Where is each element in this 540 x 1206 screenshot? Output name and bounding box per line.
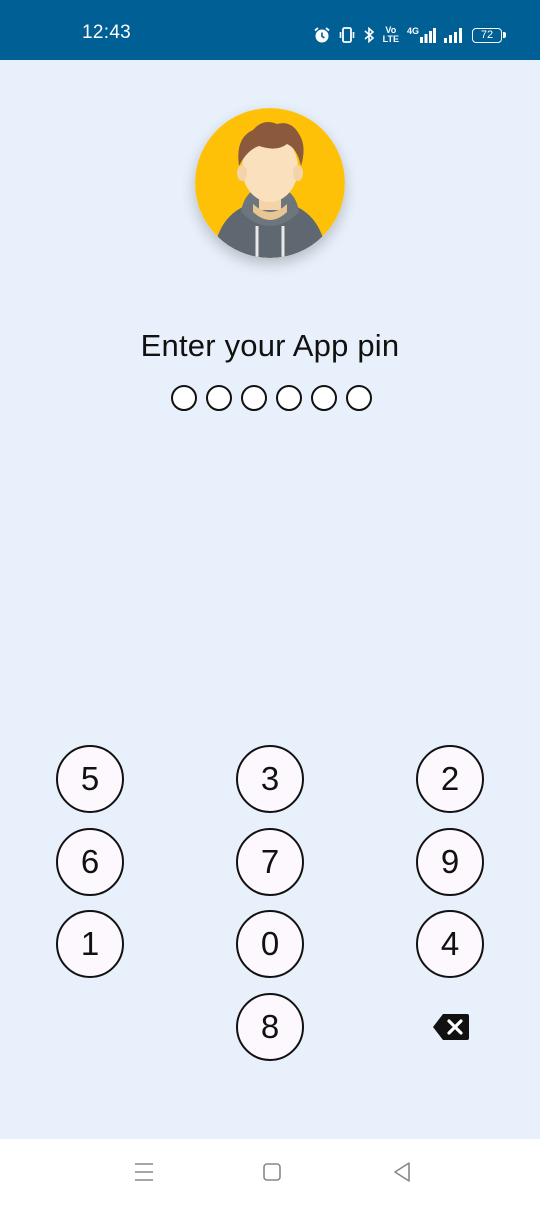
navigation-bar [0, 1139, 540, 1206]
signal-icon [420, 28, 436, 43]
alarm-icon [314, 27, 330, 43]
pin-dot [311, 385, 337, 411]
home-icon[interactable] [262, 1161, 282, 1183]
signal-4g: 4G [407, 27, 436, 43]
keypad-key[interactable]: 1 [56, 910, 124, 978]
network-type-label: 4G [406, 26, 419, 36]
keypad-key[interactable]: 5 [56, 745, 124, 813]
bluetooth-icon [364, 26, 374, 44]
volte-indicator: Vo LTE [383, 26, 399, 44]
keypad-key[interactable]: 6 [56, 828, 124, 896]
status-bar: 12:43 Vo LTE 4G 72 [0, 0, 540, 60]
pin-indicator [171, 385, 372, 411]
keypad-key[interactable]: 4 [416, 910, 484, 978]
pin-prompt: Enter your App pin [140, 328, 400, 363]
pin-dot [171, 385, 197, 411]
vibrate-icon [339, 27, 354, 43]
keypad-key[interactable]: 2 [416, 745, 484, 813]
back-icon[interactable] [392, 1161, 412, 1183]
battery-indicator: 72 [472, 27, 506, 43]
pin-dot [206, 385, 232, 411]
pin-dot [346, 385, 372, 411]
keypad-key[interactable]: 0 [236, 910, 304, 978]
pin-dot [241, 385, 267, 411]
keypad-key[interactable]: 9 [416, 828, 484, 896]
pin-dot [276, 385, 302, 411]
keypad-key[interactable]: 8 [236, 993, 304, 1061]
keypad-key[interactable]: 3 [236, 745, 304, 813]
volte-bottom-label: LTE [382, 34, 399, 44]
status-time: 12:43 [82, 22, 132, 43]
keypad-key[interactable]: 7 [236, 828, 304, 896]
user-avatar-icon [195, 108, 345, 258]
signal-icon-2 [444, 28, 462, 43]
recent-apps-icon[interactable] [134, 1161, 154, 1183]
status-icons: Vo LTE 4G 72 [313, 24, 506, 46]
backspace-icon[interactable] [432, 1013, 470, 1041]
